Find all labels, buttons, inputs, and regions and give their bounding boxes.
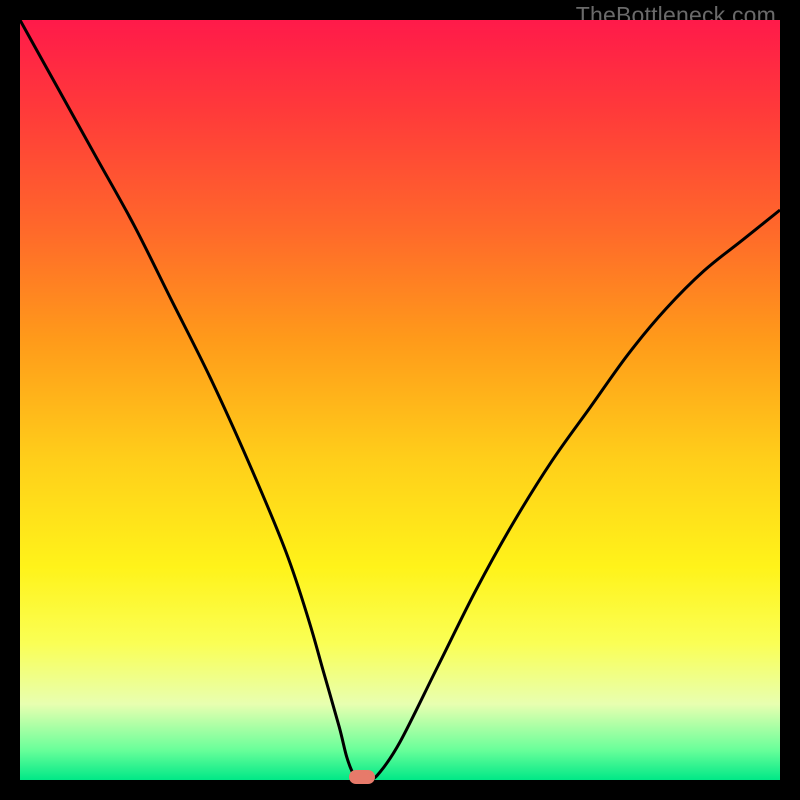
chart-frame: TheBottleneck.com bbox=[0, 0, 800, 800]
curve-path bbox=[20, 20, 780, 778]
plot-area bbox=[20, 20, 780, 780]
bottleneck-curve bbox=[20, 20, 780, 780]
optimum-marker bbox=[349, 770, 375, 784]
